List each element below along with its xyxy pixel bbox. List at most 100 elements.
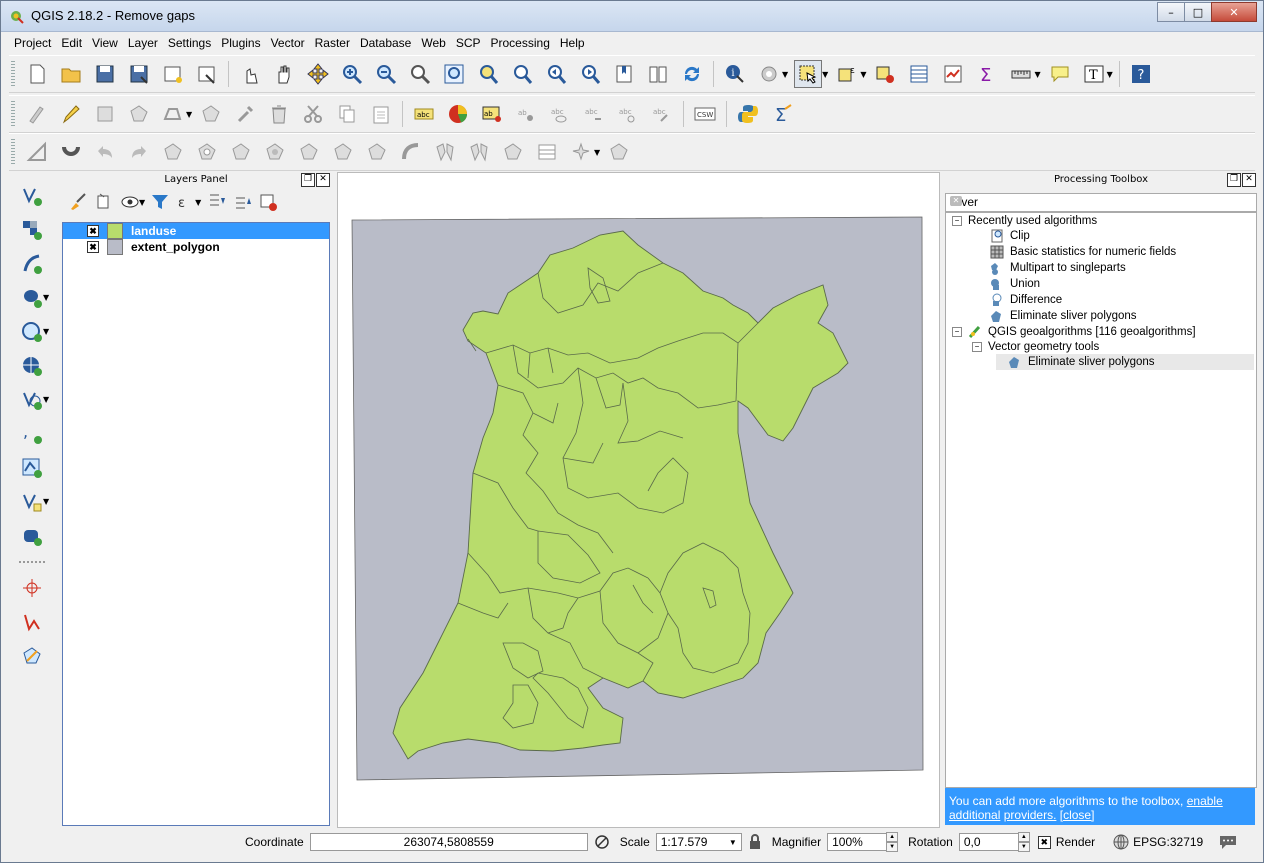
new-bookmark-icon[interactable] bbox=[611, 61, 637, 87]
add-virtual-layer-icon[interactable] bbox=[19, 387, 45, 413]
zoom-to-selection-icon[interactable] bbox=[475, 61, 501, 87]
select-by-expression-icon[interactable]: ε bbox=[834, 61, 860, 87]
menu-processing[interactable]: Processing bbox=[486, 36, 555, 50]
add-part-icon[interactable] bbox=[228, 139, 254, 165]
manage-visibility-icon[interactable] bbox=[120, 192, 140, 212]
chevron-down-icon[interactable]: ▼ bbox=[729, 838, 737, 847]
close-panel-button[interactable]: ✕ bbox=[1242, 173, 1256, 187]
zoom-native-icon[interactable] bbox=[407, 61, 433, 87]
highlight-pinned-labels-icon[interactable]: ab bbox=[513, 101, 539, 127]
menu-project[interactable]: Project bbox=[9, 36, 56, 50]
scale-combobox[interactable]: 1:17.579 ▼ bbox=[655, 833, 742, 851]
step-down-icon[interactable]: ▼ bbox=[1017, 842, 1030, 852]
add-vector-layer-icon[interactable] bbox=[19, 183, 45, 209]
menu-vector[interactable]: Vector bbox=[266, 36, 310, 50]
tree-item-eliminate-sliver[interactable]: Eliminate sliver polygons bbox=[996, 354, 1254, 370]
collapse-icon[interactable]: − bbox=[952, 216, 962, 226]
current-edits-icon[interactable] bbox=[24, 101, 50, 127]
add-raster-layer-icon[interactable] bbox=[19, 217, 45, 243]
toolbar-grip[interactable] bbox=[11, 61, 15, 87]
close-button[interactable]: ✕ bbox=[1211, 2, 1257, 22]
move-feature-icon[interactable] bbox=[160, 101, 186, 127]
float-panel-button[interactable]: ❐ bbox=[301, 173, 315, 187]
add-group-icon[interactable] bbox=[94, 192, 114, 212]
move-label-icon[interactable]: abc bbox=[581, 101, 607, 127]
clear-search-icon[interactable]: ✕ bbox=[950, 196, 962, 206]
add-feature-icon[interactable] bbox=[126, 101, 152, 127]
chevron-down-icon[interactable]: ▼ bbox=[43, 497, 49, 506]
identify-features-icon[interactable]: i bbox=[722, 61, 748, 87]
tree-item-difference[interactable]: Difference bbox=[990, 292, 1062, 308]
layer-row-extent-polygon[interactable]: ✖ extent_polygon bbox=[63, 239, 329, 255]
crs-globe-icon[interactable] bbox=[1113, 834, 1129, 850]
show-hide-labels-icon[interactable]: abc bbox=[547, 101, 573, 127]
pin-labels-icon[interactable]: ab bbox=[479, 101, 505, 127]
menu-scp[interactable]: SCP bbox=[451, 36, 486, 50]
cad-tools-icon[interactable] bbox=[24, 139, 50, 165]
toolbar-grip[interactable] bbox=[11, 101, 15, 127]
step-up-icon[interactable]: ▲ bbox=[886, 832, 899, 842]
paste-features-icon[interactable] bbox=[368, 101, 394, 127]
menu-settings[interactable]: Settings bbox=[163, 36, 216, 50]
save-as-icon[interactable] bbox=[126, 61, 152, 87]
remove-layer-icon[interactable] bbox=[258, 192, 278, 212]
attribute-table-icon[interactable] bbox=[906, 61, 932, 87]
collapse-all-icon[interactable] bbox=[232, 192, 252, 212]
menu-help[interactable]: Help bbox=[555, 36, 590, 50]
add-wfs-layer-icon[interactable] bbox=[19, 353, 45, 379]
chevron-down-icon[interactable]: ▼ bbox=[43, 327, 49, 336]
pan-map-icon[interactable] bbox=[271, 61, 297, 87]
expand-all-icon[interactable] bbox=[206, 192, 226, 212]
delete-part-icon[interactable] bbox=[330, 139, 356, 165]
save-icon[interactable] bbox=[92, 61, 118, 87]
simplify-feature-icon[interactable] bbox=[160, 139, 186, 165]
copy-features-icon[interactable] bbox=[334, 101, 360, 127]
providers-link[interactable]: providers. bbox=[1004, 808, 1057, 822]
wrench-icon[interactable] bbox=[232, 101, 258, 127]
toolbar-grip[interactable] bbox=[11, 139, 15, 165]
tree-provider-qgis[interactable]: − QGIS geoalgorithms [116 geoalgorithms] bbox=[952, 324, 1196, 340]
menu-edit[interactable]: Edit bbox=[56, 36, 87, 50]
magnifier-spinbox[interactable]: 100% bbox=[827, 833, 888, 851]
chevron-down-icon[interactable]: ▼ bbox=[860, 70, 866, 79]
chevron-down-icon[interactable]: ▼ bbox=[782, 70, 788, 79]
add-delimited-text-icon[interactable]: , bbox=[19, 421, 45, 447]
text-annotation-icon[interactable]: T bbox=[1081, 61, 1107, 87]
tree-item-eliminate-recent[interactable]: Eliminate sliver polygons bbox=[990, 308, 1137, 324]
tree-group-vector-geometry[interactable]: − Vector geometry tools bbox=[972, 339, 1099, 355]
chevron-down-icon[interactable]: ▼ bbox=[1034, 70, 1040, 79]
messages-icon[interactable] bbox=[1219, 834, 1237, 850]
open-folder-icon[interactable] bbox=[58, 61, 84, 87]
close-info-link[interactable]: [close] bbox=[1060, 808, 1095, 822]
csw-icon[interactable]: CSW bbox=[692, 101, 718, 127]
magnet-icon[interactable] bbox=[58, 139, 84, 165]
tree-item-union[interactable]: Union bbox=[990, 276, 1040, 292]
menu-raster[interactable]: Raster bbox=[310, 36, 355, 50]
new-shapefile-icon[interactable] bbox=[19, 489, 45, 515]
step-up-icon[interactable]: ▲ bbox=[1017, 832, 1030, 842]
redo-icon[interactable] bbox=[126, 139, 152, 165]
lock-scale-icon[interactable] bbox=[748, 834, 762, 850]
new-print-composer-icon[interactable] bbox=[160, 61, 186, 87]
new-project-icon[interactable] bbox=[24, 61, 50, 87]
split-parts-icon[interactable] bbox=[466, 139, 492, 165]
statistical-summary-icon[interactable]: Σ bbox=[974, 61, 1000, 87]
mouse-coordinate-toggle-icon[interactable] bbox=[594, 834, 610, 850]
topology-checker-icon[interactable] bbox=[19, 643, 45, 669]
toggle-editing-icon[interactable] bbox=[58, 101, 84, 127]
zoom-full-icon[interactable] bbox=[441, 61, 467, 87]
chevron-down-icon[interactable]: ▼ bbox=[43, 395, 49, 404]
magnifier-stepper[interactable]: ▲ ▼ bbox=[886, 832, 899, 852]
maximize-button[interactable]: □ bbox=[1184, 2, 1212, 22]
step-down-icon[interactable]: ▼ bbox=[886, 842, 899, 852]
layer-row-landuse[interactable]: ✖ landuse bbox=[63, 223, 329, 239]
chevron-down-icon[interactable]: ▼ bbox=[594, 148, 600, 157]
label-toolbar-icon[interactable]: abc bbox=[411, 101, 437, 127]
delete-ring-icon[interactable] bbox=[296, 139, 322, 165]
run-feature-action-icon[interactable] bbox=[756, 61, 782, 87]
chevron-down-icon[interactable]: ▼ bbox=[195, 198, 201, 207]
add-spatialite-layer-icon[interactable] bbox=[19, 251, 45, 277]
add-gpx-layer-icon[interactable] bbox=[19, 455, 45, 481]
map-tips-icon[interactable] bbox=[1047, 61, 1073, 87]
menu-database[interactable]: Database bbox=[355, 36, 416, 50]
